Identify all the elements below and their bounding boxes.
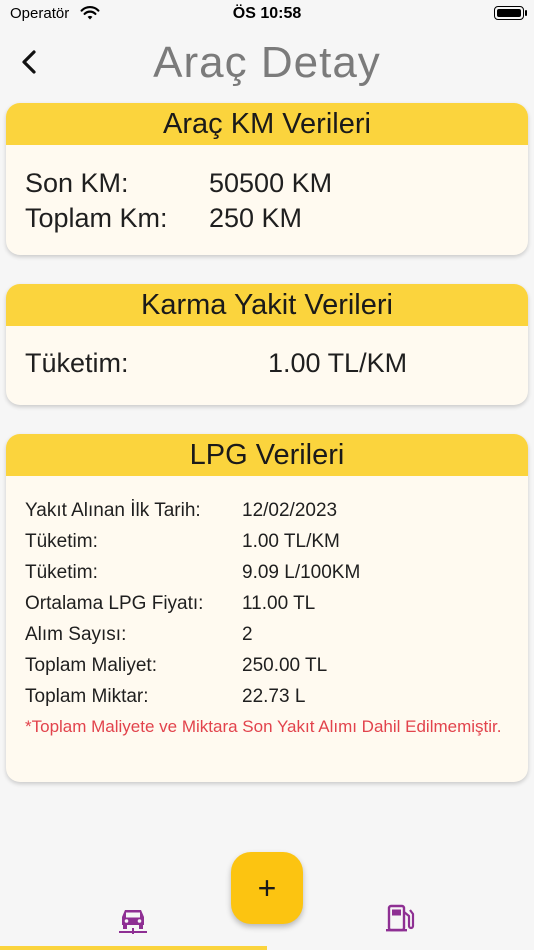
row-label: Toplam Miktar: xyxy=(25,686,149,707)
row-label: Toplam Km: xyxy=(25,203,168,233)
fuel-pump-icon xyxy=(386,904,415,932)
status-time: ÖS 10:58 xyxy=(232,5,302,22)
row-label: Toplam Maliyet: xyxy=(25,655,157,676)
add-button[interactable]: + xyxy=(231,852,303,924)
lpg-row: Yakıt Alınan İlk Tarih: 12/02/2023 xyxy=(25,500,337,522)
row-value: 12/02/2023 xyxy=(242,500,338,521)
row-value: 11.00 TL xyxy=(242,593,316,614)
status-bar: Operatör ÖS 10:58 xyxy=(0,0,534,30)
row-label: Alım Sayısı: xyxy=(25,624,127,645)
row-label: Yakıt Alınan İlk Tarih: xyxy=(25,500,201,521)
row-value: 2 xyxy=(242,624,253,645)
lpg-row: Alım Sayısı: 2 xyxy=(25,624,253,646)
page-title: Araç Detay xyxy=(153,38,381,87)
row-value: 1.00 TL/KM xyxy=(242,531,340,552)
lpg-note: *Toplam Maliyete ve Miktara Son Yakıt Al… xyxy=(25,717,502,736)
lpg-row: Ortalama LPG Fiyatı: 11.00 TL xyxy=(25,593,315,615)
row-value: 250 KM xyxy=(209,203,303,233)
fuel-card-title: Karma Yakit Verileri xyxy=(6,284,528,326)
lpg-card-title: LPG Verileri xyxy=(6,434,528,476)
row-label: Tüketim: xyxy=(25,348,129,378)
row-label: Ortalama LPG Fiyatı: xyxy=(25,593,204,614)
row-value: 250.00 TL xyxy=(242,655,328,676)
battery-icon xyxy=(494,6,527,20)
km-card: Araç KM Verileri Son KM: 50500 KM Toplam… xyxy=(6,103,528,255)
row-value: 9.09 L/100KM xyxy=(242,562,361,583)
row-label: Tüketim: xyxy=(25,531,98,552)
lpg-row: Toplam Maliyet: 250.00 TL xyxy=(25,655,327,677)
row-value: 22.73 L xyxy=(242,686,306,707)
row-value: 1.00 TL/KM xyxy=(268,348,408,378)
km-card-title: Araç KM Verileri xyxy=(6,103,528,145)
tab-vehicle[interactable] xyxy=(115,900,151,936)
tab-fuel[interactable] xyxy=(382,900,418,936)
fuel-card: Karma Yakit Verileri Tüketim: 1.00 TL/KM xyxy=(6,284,528,405)
lpg-row: Toplam Miktar: 22.73 L xyxy=(25,686,305,708)
nav-bar: Araç Detay xyxy=(0,30,534,96)
row-label: Son KM: xyxy=(25,168,129,198)
lpg-card: LPG Verileri Yakıt Alınan İlk Tarih: 12/… xyxy=(6,434,528,782)
plus-icon: + xyxy=(257,869,277,906)
active-tab-indicator xyxy=(0,946,267,950)
lpg-row: Tüketim: 1.00 TL/KM xyxy=(25,531,340,553)
row-label: Tüketim: xyxy=(25,562,98,583)
row-value: 50500 KM xyxy=(209,168,333,198)
lpg-row: Tüketim: 9.09 L/100KM xyxy=(25,562,360,584)
car-icon xyxy=(119,910,147,934)
